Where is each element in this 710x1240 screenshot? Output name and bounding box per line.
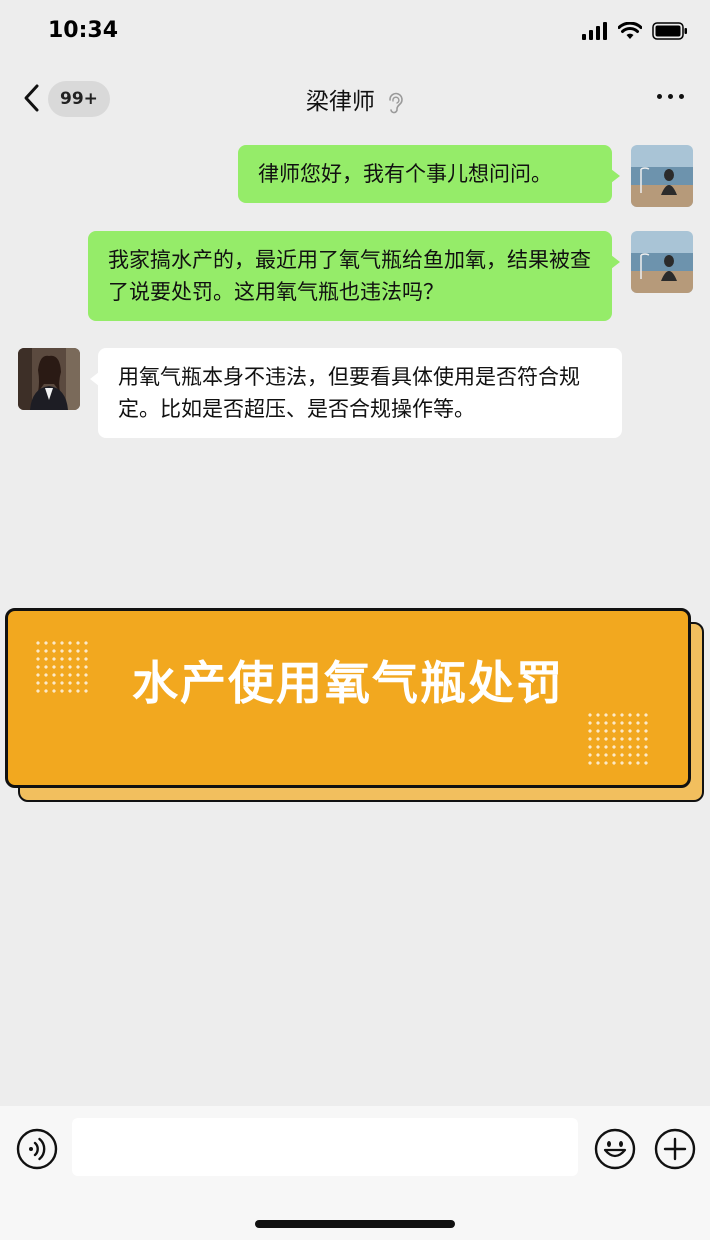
signal-icon	[582, 22, 607, 40]
avatar-image	[18, 348, 80, 410]
avatar-image	[631, 145, 693, 207]
emoji-icon[interactable]	[594, 1128, 636, 1170]
more-options-icon[interactable]	[657, 94, 684, 99]
chat-header: 99+ 梁律师	[0, 66, 710, 132]
ear-icon	[389, 92, 403, 113]
battery-icon	[652, 22, 687, 40]
avatar-lawyer[interactable]	[18, 348, 80, 410]
avatar-image	[631, 231, 693, 293]
plus-icon[interactable]	[654, 1128, 696, 1170]
message-text: 用氧气瓶本身不违法，但要看具体使用是否符合规定。比如是否超压、是否合规操作等。	[118, 365, 580, 421]
banner-title: 水产使用氧气瓶处罚	[132, 656, 564, 710]
avatar-self[interactable]	[631, 145, 693, 207]
status-bar: 10:34	[0, 0, 710, 66]
topic-banner: 水产使用氧气瓶处罚	[5, 608, 691, 788]
dot-pattern	[586, 711, 650, 769]
message-text: 我家搞水产的，最近用了氧气瓶给鱼加氧，结果被查了说要处罚。这用氧气瓶也违法吗？	[108, 248, 591, 304]
input-bar	[0, 1106, 710, 1240]
voice-icon[interactable]	[16, 1128, 58, 1170]
status-time: 10:34	[48, 18, 119, 43]
status-icons	[582, 22, 688, 40]
chat-title-wrap: 梁律师	[0, 82, 710, 116]
chat-title: 梁律师	[305, 89, 375, 115]
message-bubble-outgoing[interactable]: 我家搞水产的，最近用了氧气瓶给鱼加氧，结果被查了说要处罚。这用氧气瓶也违法吗？	[88, 231, 620, 321]
message-bubble-incoming[interactable]: 用氧气瓶本身不违法，但要看具体使用是否符合规定。比如是否超压、是否合规操作等。	[90, 348, 622, 438]
message-input[interactable]	[72, 1118, 578, 1176]
message-text: 律师您好，我有个事儿想问问。	[258, 162, 552, 186]
wifi-icon	[618, 22, 642, 39]
home-indicator	[255, 1220, 455, 1228]
avatar-self[interactable]	[631, 231, 693, 293]
message-bubble-outgoing[interactable]: 律师您好，我有个事儿想问问。	[238, 145, 620, 203]
